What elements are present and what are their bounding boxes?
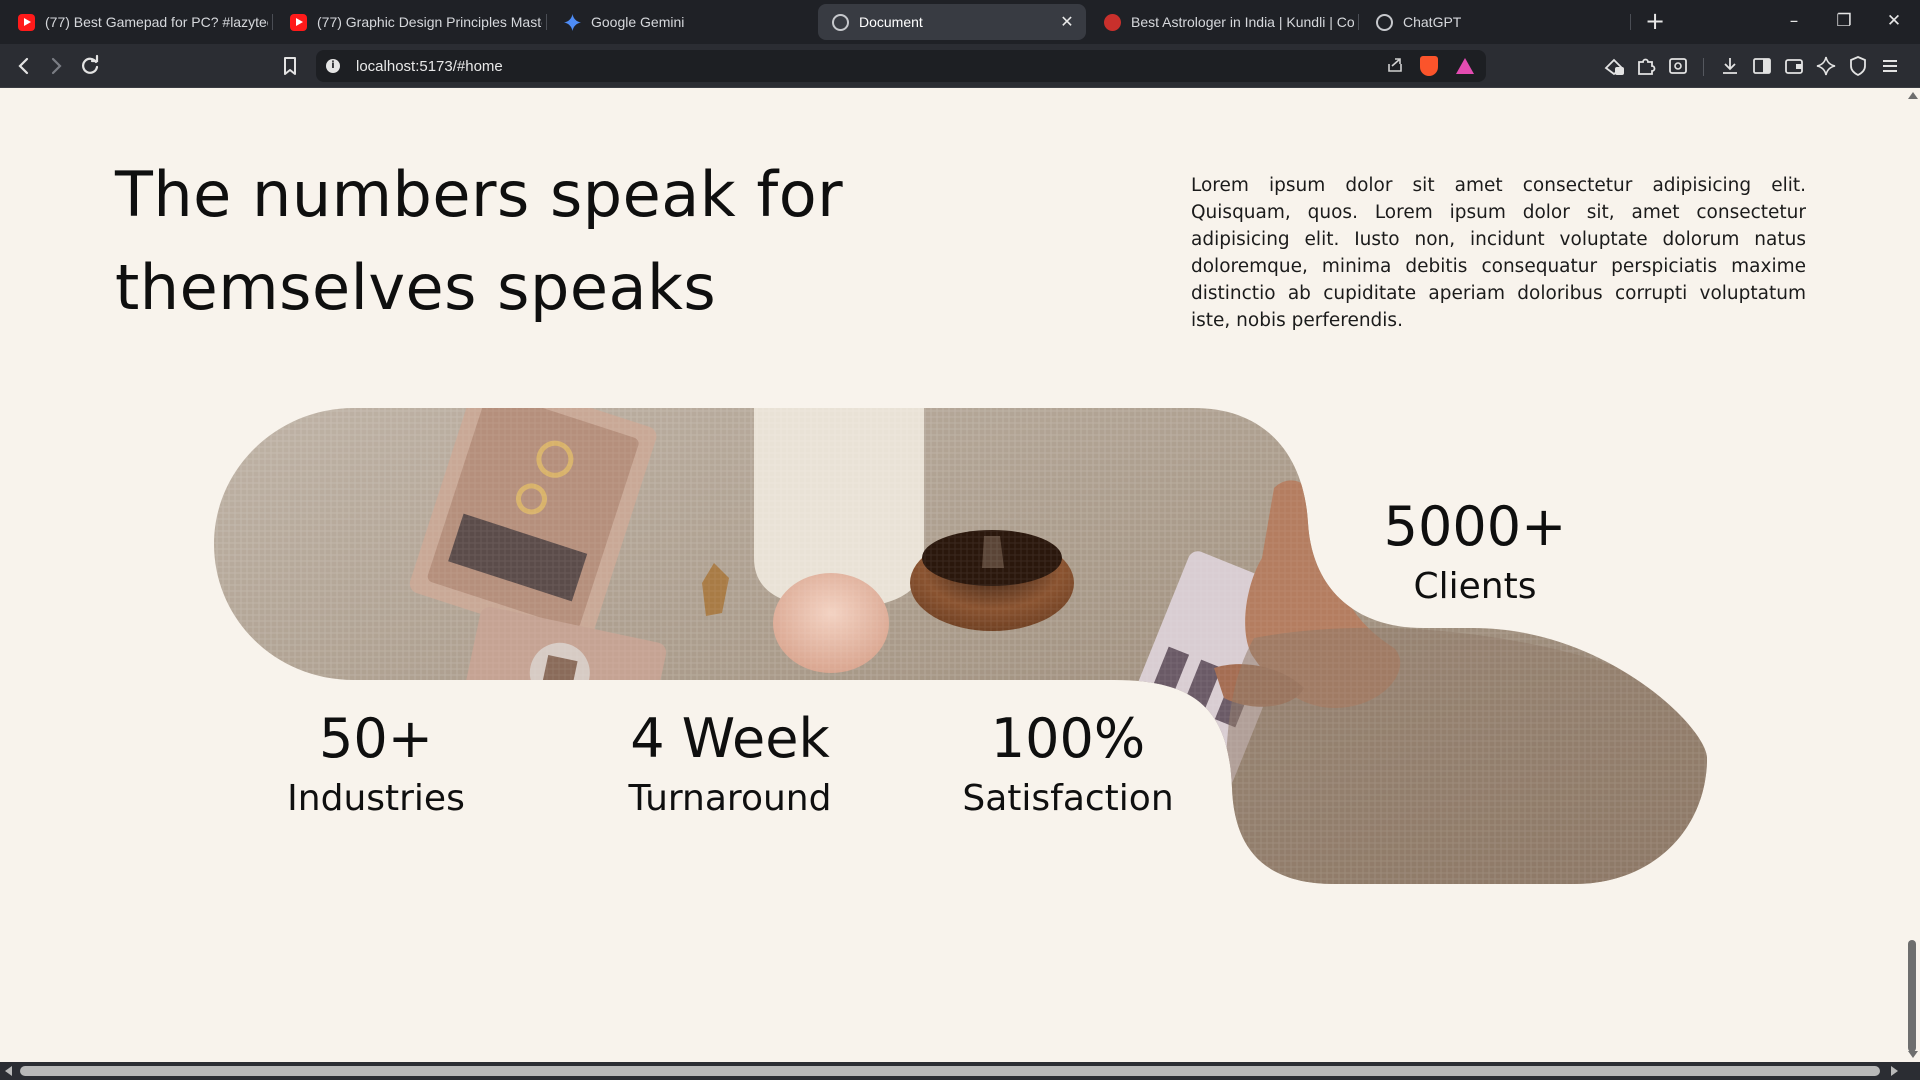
bookmark-button[interactable] <box>276 52 304 80</box>
sparkle-icon <box>1816 56 1836 76</box>
gemini-icon <box>564 13 581 31</box>
tab-astrologer[interactable]: Best Astrologer in India | Kundli | Con <box>1090 4 1354 40</box>
section-headline: The numbers speak for themselves speaks <box>115 158 844 324</box>
vertical-scrollbar[interactable] <box>1904 88 1920 1062</box>
download-icon <box>1723 58 1737 74</box>
minimize-button[interactable]: – <box>1774 6 1814 36</box>
tab-graphic-design[interactable]: (77) Graphic Design Principles Master <box>276 4 542 40</box>
vpn-button[interactable] <box>1844 52 1872 80</box>
forward-button[interactable] <box>42 52 70 80</box>
vertical-scroll-thumb[interactable] <box>1908 940 1916 1052</box>
close-window-button[interactable]: ✕ <box>1874 6 1914 36</box>
tab-separator <box>272 14 273 30</box>
wallet-icon <box>1785 59 1803 74</box>
downloads-button[interactable] <box>1716 52 1744 80</box>
puzzle-icon <box>1638 58 1656 75</box>
page-content: The numbers speak for themselves speaks … <box>0 88 1904 1062</box>
tab-separator <box>1358 14 1359 30</box>
globe-icon <box>832 13 849 31</box>
tab-title: ChatGPT <box>1403 14 1462 30</box>
brave-shields-icon[interactable] <box>1420 56 1438 76</box>
extension-puzzle-leo-button[interactable] <box>1600 52 1628 80</box>
back-button[interactable] <box>10 52 38 80</box>
stat-value: 4 Week <box>630 707 830 770</box>
tab-title: (77) Best Gamepad for PC? #lazytech <box>45 14 268 30</box>
youtube-icon <box>290 13 307 31</box>
stat-industries: 50+ Industries <box>226 708 526 824</box>
new-tab-button[interactable]: + <box>1640 6 1670 36</box>
tab-gemini[interactable]: Google Gemini <box>550 4 814 40</box>
chevron-left-icon <box>18 57 29 75</box>
horizontal-scrollbar[interactable] <box>0 1062 1920 1080</box>
scroll-right-arrow-icon[interactable] <box>1891 1066 1898 1076</box>
leo-ai-button[interactable] <box>1812 52 1840 80</box>
hamburger-menu-icon <box>1883 60 1897 72</box>
stat-value: 50+ <box>319 707 433 770</box>
close-tab-icon[interactable]: ✕ <box>1056 12 1078 32</box>
reload-button[interactable] <box>76 52 104 80</box>
menu-button[interactable] <box>1876 52 1904 80</box>
tab-title: Google Gemini <box>591 14 685 30</box>
brave-rewards-icon[interactable] <box>1456 58 1474 74</box>
browser-toolbar: i localhost:5173/#home <box>0 44 1920 88</box>
site-info-icon[interactable]: i <box>326 59 340 73</box>
toolbar-divider <box>1703 58 1704 76</box>
url-text[interactable]: localhost:5173/#home <box>356 58 1384 75</box>
sidebar-button[interactable] <box>1748 52 1776 80</box>
chatgpt-icon <box>1376 13 1393 31</box>
leo-icon <box>1604 58 1624 76</box>
shield-icon <box>1850 56 1866 77</box>
stat-clients: 5000+ Clients <box>1325 496 1625 612</box>
stat-label: Clients <box>1413 566 1537 607</box>
horizontal-scroll-thumb[interactable] <box>20 1066 1880 1076</box>
scroll-down-arrow-icon[interactable] <box>1908 1051 1918 1058</box>
reload-icon <box>82 54 99 74</box>
tab-separator <box>1630 14 1631 30</box>
tab-separator <box>546 14 547 30</box>
astrology-icon <box>1104 13 1121 31</box>
stat-label: Satisfaction <box>962 778 1174 819</box>
tab-search-icon <box>1669 58 1687 74</box>
tab-gamepad[interactable]: (77) Best Gamepad for PC? #lazytech <box>4 4 268 40</box>
tab-document[interactable]: Document ✕ <box>818 4 1086 40</box>
stat-label: Turnaround <box>628 778 832 819</box>
tab-search-button[interactable] <box>1664 52 1692 80</box>
youtube-icon <box>18 13 35 31</box>
tab-title: (77) Graphic Design Principles Master <box>317 14 542 30</box>
address-bar[interactable]: i localhost:5173/#home <box>316 50 1486 82</box>
sidebar-icon <box>1753 58 1771 74</box>
stat-value: 5000+ <box>1383 495 1567 558</box>
section-description: Lorem ipsum dolor sit amet consectetur a… <box>1191 175 1806 331</box>
stat-value: 100% <box>990 707 1146 770</box>
scroll-up-arrow-icon[interactable] <box>1908 92 1918 99</box>
tab-strip: (77) Best Gamepad for PC? #lazytech (77)… <box>0 0 1920 44</box>
chevron-right-icon <box>51 57 62 75</box>
share-icon[interactable] <box>1384 55 1406 77</box>
stat-label: Industries <box>287 778 465 819</box>
tab-title: Best Astrologer in India | Kundli | Con <box>1131 14 1354 30</box>
bookmark-icon <box>284 57 296 75</box>
wallet-button[interactable] <box>1780 52 1808 80</box>
tab-title: Document <box>859 14 923 30</box>
stat-satisfaction: 100% Satisfaction <box>918 708 1218 824</box>
extensions-button[interactable] <box>1632 52 1660 80</box>
tab-chatgpt[interactable]: ChatGPT <box>1362 4 1626 40</box>
stat-turnaround: 4 Week Turnaround <box>580 708 880 824</box>
restore-button[interactable]: ❐ <box>1824 6 1864 36</box>
scroll-left-arrow-icon[interactable] <box>5 1066 12 1076</box>
